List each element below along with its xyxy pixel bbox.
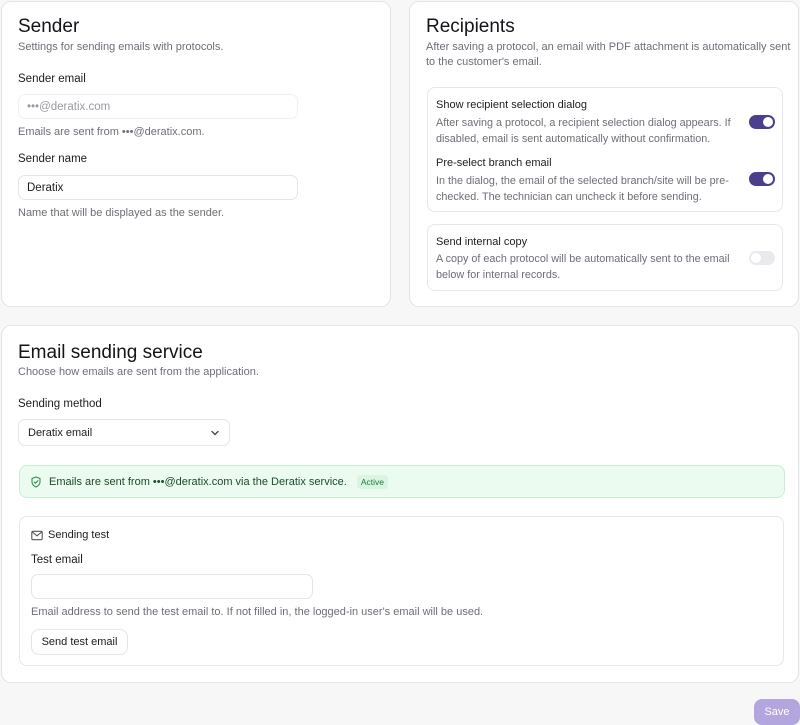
preselect-title: Pre-select branch email	[436, 157, 552, 169]
show-dialog-title: Show recipient selection dialog	[436, 99, 588, 111]
save-button[interactable]: Save	[754, 699, 800, 725]
internal-copy-group: Send internal copy A copy of each protoc…	[427, 224, 783, 291]
test-email-field[interactable]	[31, 574, 313, 599]
recipients-subtitle-line2: to the customer's email.	[426, 56, 542, 68]
show-dialog-toggle[interactable]	[749, 115, 775, 129]
sending-method-select[interactable]: Deratix email	[18, 419, 230, 446]
active-badge: Active	[356, 474, 388, 489]
test-email-help: Email address to send the test email to.…	[31, 606, 484, 618]
sender-email-label: Sender email	[18, 73, 86, 85]
mail-icon	[31, 530, 43, 542]
shield-check-icon	[30, 475, 42, 488]
preselect-desc-line1: In the dialog, the email of the selected…	[436, 175, 729, 187]
show-dialog-desc-line2: disabled, email is sent automatically wi…	[436, 133, 711, 145]
recipients-subtitle-line1: After saving a protocol, an email with P…	[426, 41, 791, 53]
sending-test-panel: Sending test Test email Email address to…	[19, 516, 784, 666]
internal-copy-toggle[interactable]	[749, 251, 775, 265]
service-status-banner: Emails are sent from •••@deratix.com via…	[19, 465, 785, 498]
internal-copy-title: Send internal copy	[436, 236, 528, 248]
send-test-email-button[interactable]: Send test email	[31, 629, 128, 655]
banner-text: Emails are sent from •••@deratix.com via…	[49, 475, 347, 488]
internal-copy-desc-line2: below for internal records.	[436, 269, 561, 281]
sender-email-help: Emails are sent from •••@deratix.com.	[18, 126, 205, 138]
dialog-settings-group: Show recipient selection dialog After sa…	[427, 87, 783, 212]
internal-copy-desc-line1: A copy of each protocol will be automati…	[436, 253, 730, 265]
test-email-label: Test email	[31, 554, 83, 566]
sending-test-title: Sending test	[48, 529, 110, 541]
sender-name-help: Name that will be displayed as the sende…	[18, 207, 225, 219]
sending-method-label: Sending method	[18, 398, 102, 410]
chevron-down-icon	[210, 428, 220, 438]
preselect-toggle[interactable]	[749, 172, 775, 186]
email-service-card: Email sending service Choose how emails …	[1, 325, 799, 683]
sender-name-label: Sender name	[18, 153, 88, 165]
sender-email-field[interactable]: •••@deratix.com	[18, 94, 298, 119]
recipients-title: Recipients	[426, 16, 515, 37]
sender-name-field[interactable]: Deratix	[18, 175, 298, 200]
sender-card: Sender Settings for sending emails with …	[1, 1, 391, 307]
service-title: Email sending service	[18, 342, 203, 363]
sender-title: Sender	[18, 16, 80, 37]
sending-method-value: Deratix email	[28, 426, 93, 439]
show-dialog-desc-line1: After saving a protocol, a recipient sel…	[436, 117, 731, 129]
recipients-card: Recipients After saving a protocol, an e…	[409, 1, 799, 307]
service-subtitle: Choose how emails are sent from the appl…	[18, 366, 259, 378]
preselect-desc-line2: checked. The technician can uncheck it b…	[436, 191, 702, 203]
sender-subtitle: Settings for sending emails with protoco…	[18, 41, 224, 53]
